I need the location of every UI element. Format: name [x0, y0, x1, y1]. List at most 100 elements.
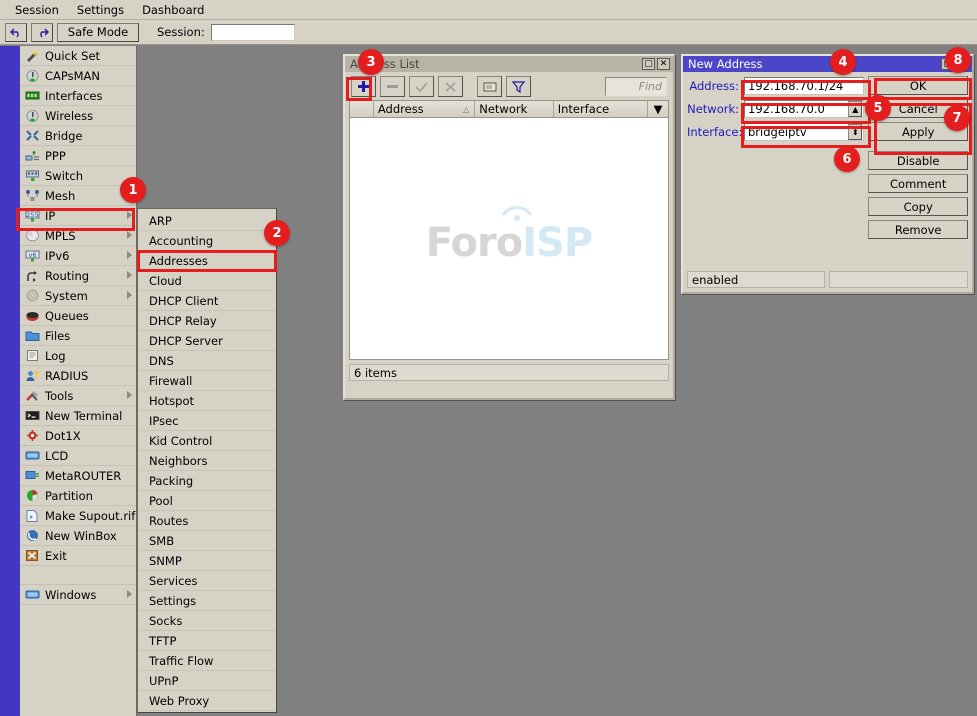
ip-submenu-item-dhcp-relay[interactable]: DHCP Relay [138, 311, 276, 331]
comment-button[interactable]: Comment [868, 174, 968, 193]
ip-submenu-item-smb[interactable]: SMB [138, 531, 276, 551]
sidebar-item-mesh[interactable]: Mesh [20, 186, 136, 206]
ip-submenu-item-upnp[interactable]: UPnP [138, 671, 276, 691]
ip-submenu-item-settings[interactable]: Settings [138, 591, 276, 611]
address-input-value: 192.168.70.1/24 [745, 79, 863, 93]
sidebar-item-routing[interactable]: Routing [20, 266, 136, 286]
system-icon [25, 289, 40, 303]
ip-submenu-item-addresses[interactable]: Addresses [138, 251, 276, 271]
sidebar-item-wireless[interactable]: Wireless [20, 106, 136, 126]
ip-submenu-item-neighbors[interactable]: Neighbors [138, 451, 276, 471]
ip-submenu-item-dhcp-server[interactable]: DHCP Server [138, 331, 276, 351]
ip-submenu-item-web-proxy[interactable]: Web Proxy [138, 691, 276, 711]
sidebar-item-files[interactable]: Files [20, 326, 136, 346]
ip-submenu-item-snmp[interactable]: SNMP [138, 551, 276, 571]
sidebar-item-partition[interactable]: Partition [20, 486, 136, 506]
ip-submenu-item-accounting[interactable]: Accounting [138, 231, 276, 251]
ip-submenu-item-routes[interactable]: Routes [138, 511, 276, 531]
new-address-titlebar[interactable]: New Address ▢ ✕ [683, 56, 972, 72]
sidebar-item-exit[interactable]: Exit [20, 546, 136, 566]
sidebar-item-ip[interactable]: 255IP [20, 206, 136, 226]
column-header-interface[interactable]: Interface [554, 101, 648, 117]
check-icon[interactable] [409, 76, 434, 97]
ip-submenu-item-dhcp-client[interactable]: DHCP Client [138, 291, 276, 311]
ok-button[interactable]: OK [868, 76, 968, 95]
ip-submenu-item-hotspot[interactable]: Hotspot [138, 391, 276, 411]
sidebar-item-ipv6[interactable]: v6IPv6 [20, 246, 136, 266]
interface-dropdown[interactable]: bridgeiptv ⬍ [744, 123, 864, 141]
sidebar-item-capsman[interactable]: CAPsMAN [20, 66, 136, 86]
menu-item-settings[interactable]: Settings [68, 1, 133, 19]
address-field-row: Address: 192.168.70.1/24 [687, 76, 864, 96]
sidebar-item-system[interactable]: System [20, 286, 136, 306]
sidebar-item-label: LCD [45, 449, 68, 463]
sidebar-item-lcd[interactable]: LCD [20, 446, 136, 466]
sidebar-item-label: Quick Set [45, 49, 100, 63]
ip-submenu-item-kid-control[interactable]: Kid Control [138, 431, 276, 451]
session-input[interactable] [211, 24, 295, 41]
ip-submenu-item-socks[interactable]: Socks [138, 611, 276, 631]
disable-button[interactable]: Disable [868, 151, 968, 170]
chevron-down-icon[interactable]: ▼ [648, 101, 668, 117]
ip-submenu-item-cloud[interactable]: Cloud [138, 271, 276, 291]
sidebar-item-new-terminal[interactable]: New Terminal [20, 406, 136, 426]
address-list-table-body[interactable]: ForoISP [349, 118, 669, 360]
sidebar-item-label: PPP [45, 149, 66, 163]
ip-submenu-item-firewall[interactable]: Firewall [138, 371, 276, 391]
sidebar-item-ppp[interactable]: PPP [20, 146, 136, 166]
maximize-icon[interactable]: ▢ [642, 58, 655, 70]
copy-button[interactable]: Copy [868, 197, 968, 216]
sidebar-item-new-winbox[interactable]: New WinBox [20, 526, 136, 546]
chevron-up-icon[interactable]: ▲ [848, 101, 862, 117]
network-input[interactable]: 192.168.70.0 ▲ [744, 100, 864, 118]
menu-item-dashboard[interactable]: Dashboard [133, 1, 213, 19]
ip-submenu-item-services[interactable]: Services [138, 571, 276, 591]
ip-submenu-item-dns[interactable]: DNS [138, 351, 276, 371]
sidebar-item-bridge[interactable]: Bridge [20, 126, 136, 146]
network-field-label: Network: [687, 102, 744, 116]
remove-button[interactable]: Remove [868, 220, 968, 239]
redo-icon[interactable] [31, 23, 53, 42]
sidebar-item-radius[interactable]: RADIUS [20, 366, 136, 386]
address-input[interactable]: 192.168.70.1/24 [744, 77, 864, 95]
sidebar-item-tools[interactable]: Tools [20, 386, 136, 406]
sidebar-item-label: MetaROUTER [45, 469, 121, 483]
ip-submenu-item-arp[interactable]: ARP [138, 211, 276, 231]
sidebar-item-make-supout-rif[interactable]: Make Supout.rif [20, 506, 136, 526]
cross-icon[interactable] [438, 76, 463, 97]
close-icon[interactable]: ✕ [657, 58, 670, 70]
sidebar-item-mpls[interactable]: MPLS [20, 226, 136, 246]
ip-submenu-item-ipsec[interactable]: IPsec [138, 411, 276, 431]
column-header-address[interactable]: Address △ [374, 101, 475, 117]
sidebar-item-metarouter[interactable]: MetaROUTER [20, 466, 136, 486]
plus-icon[interactable] [351, 76, 376, 97]
annotation-badge-3: 3 [358, 49, 384, 75]
column-header-flag[interactable] [350, 101, 374, 117]
new-address-title: New Address [686, 57, 939, 71]
queues-icon [25, 309, 40, 323]
sidebar-item-quick-set[interactable]: Quick Set [20, 46, 136, 66]
filter-icon[interactable] [506, 76, 531, 97]
ip-submenu-item-packing[interactable]: Packing [138, 471, 276, 491]
sidebar-item-switch[interactable]: Switch [20, 166, 136, 186]
sidebar-item-interfaces[interactable]: Interfaces [20, 86, 136, 106]
safe-mode-button[interactable]: Safe Mode [57, 23, 139, 42]
menu-item-session[interactable]: Session [6, 1, 68, 19]
ip-submenu-item-tftp[interactable]: TFTP [138, 631, 276, 651]
ip-submenu-item-traffic-flow[interactable]: Traffic Flow [138, 651, 276, 671]
log-icon [25, 349, 40, 363]
ip-submenu-item-pool[interactable]: Pool [138, 491, 276, 511]
sidebar-item-dot1x[interactable]: Dot1X [20, 426, 136, 446]
chevron-updown-icon[interactable]: ⬍ [848, 124, 862, 140]
minus-icon[interactable] [380, 76, 405, 97]
sidebar-item-queues[interactable]: Queues [20, 306, 136, 326]
undo-icon[interactable] [5, 23, 27, 42]
sidebar-item-label: System [45, 289, 88, 303]
sidebar-item-log[interactable]: Log [20, 346, 136, 366]
comment-icon[interactable] [477, 76, 502, 97]
address-list-titlebar[interactable]: Address List ▢ ✕ [345, 56, 673, 72]
sidebar-item-windows[interactable]: Windows [20, 585, 136, 605]
column-header-network[interactable]: Network [475, 101, 554, 117]
find-input[interactable]: Find [605, 77, 667, 96]
sidebar-item-label: Bridge [45, 129, 83, 143]
